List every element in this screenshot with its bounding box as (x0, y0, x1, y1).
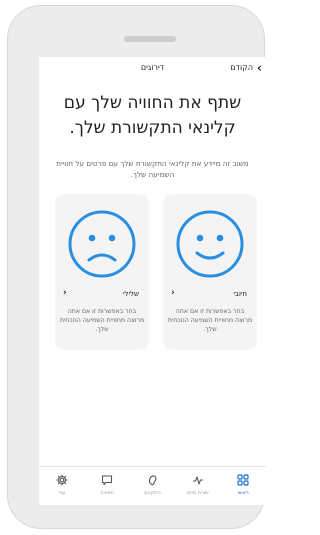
negative-rating-card[interactable]: שלילי ‹ בחר באפשרות זו אם אתה מרוצה מחוו… (55, 194, 149, 350)
tab-label: התקנים (144, 490, 161, 496)
tab-more[interactable]: עוד (42, 467, 82, 505)
positive-description: בחר באפשרות זו אם אתה מרוצה מחוויית השמי… (167, 308, 253, 333)
positive-rating-card[interactable]: חיובי ‹ בחר באפשרות זו אם אתה מרוצה מחוו… (163, 194, 257, 350)
top-navbar: › הקודם דירוגים (39, 57, 266, 79)
negative-label: שלילי (122, 290, 139, 298)
sad-face-icon (68, 210, 136, 278)
gear-icon (56, 474, 68, 486)
tab-home[interactable]: ראשי (223, 467, 263, 505)
tab-label: שורת מיים (187, 490, 209, 496)
tab-label: עוד (58, 490, 66, 496)
activity-icon (192, 476, 203, 485)
chat-icon (102, 475, 113, 486)
bottom-tab-bar: ראשי שורת מיים התקנים תמיכה עוד (39, 466, 266, 505)
positive-label: חיובי (233, 290, 247, 298)
app-screen: › הקודם דירוגים שתף את החוויה שלך עם קלי… (39, 57, 266, 505)
happy-face-icon (176, 210, 244, 278)
tab-support[interactable]: תמיכה (87, 467, 127, 505)
tab-activity[interactable]: שורת מיים (178, 467, 218, 505)
description-text: משוב זה מיידע את קלינאי התקשורת שלך עם פ… (56, 159, 249, 179)
chevron-left-icon: ‹ (171, 288, 175, 298)
negative-description: בחר באפשרות זו אם אתה מרוצה מחוויית השמי… (59, 308, 145, 333)
chevron-left-icon: ‹ (63, 288, 67, 298)
page-title: דירוגים (140, 63, 165, 72)
positive-label-row: חיובי ‹ (171, 288, 247, 299)
phone-speaker (124, 36, 176, 42)
hearing-aid-icon (148, 475, 157, 486)
home-grid-icon (237, 474, 249, 486)
tab-devices[interactable]: התקנים (133, 467, 173, 505)
headline: שתף את החוויה שלך עם קלינאי התקשורת שלך. (63, 93, 242, 138)
negative-label-row: שלילי ‹ (63, 288, 139, 299)
tab-label: תמיכה (100, 490, 114, 496)
tab-label: ראשי (237, 490, 249, 496)
